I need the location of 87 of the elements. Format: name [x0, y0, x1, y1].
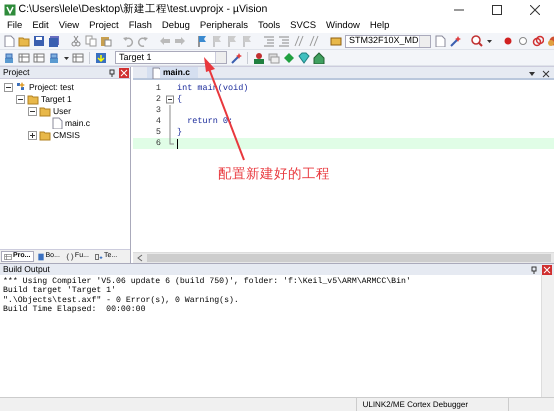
save-all-icon[interactable]: [48, 35, 60, 47]
output-line: *** Using Compiler 'V5.06 update 6 (build 750)', folder: 'f:\Keil_v5\ARM\ARMCC\Bin': [3, 277, 412, 286]
menu-item[interactable]: File: [2, 19, 28, 34]
pin-icon[interactable]: [108, 68, 116, 76]
code-line: {: [176, 93, 182, 106]
menu-item[interactable]: Window: [321, 19, 365, 34]
circle-icon[interactable]: [516, 35, 529, 47]
paste-icon[interactable]: [100, 35, 112, 47]
app-logo-icon: [4, 4, 16, 16]
scrollbar-thumb[interactable]: [147, 254, 551, 262]
target-dropdown[interactable]: Target 1: [115, 51, 227, 64]
unindent-icon[interactable]: [278, 35, 290, 47]
menu-item[interactable]: Help: [364, 19, 394, 34]
breakpoint-icon[interactable]: [502, 35, 514, 47]
line-number: 2: [154, 93, 162, 106]
tree-item[interactable]: Target 1: [41, 92, 72, 106]
menu-item[interactable]: Edit: [27, 19, 54, 34]
comment-icon[interactable]: [293, 35, 305, 47]
caret-icon[interactable]: [486, 38, 492, 44]
copy-icon[interactable]: [85, 35, 97, 47]
menu-item[interactable]: Peripherals: [194, 19, 253, 34]
options-wand-icon[interactable]: [230, 52, 242, 64]
text-cursor: [177, 138, 178, 148]
collapse-icon[interactable]: [16, 94, 25, 104]
bookmark-flag-icon[interactable]: [196, 35, 208, 47]
wand-icon[interactable]: [448, 35, 461, 47]
open-folder-icon[interactable]: [18, 35, 30, 47]
tree-item[interactable]: User: [53, 104, 71, 118]
close-icon: [530, 5, 540, 15]
uncomment-icon[interactable]: [308, 35, 320, 47]
annotation-text: 配置新建好的工程: [218, 165, 330, 183]
expand-icon[interactable]: [28, 130, 37, 140]
device-dropdown[interactable]: STM32F10X_MD: [345, 34, 431, 48]
menu-item[interactable]: Project: [84, 19, 124, 34]
indent-icon[interactable]: [263, 35, 275, 47]
dropdown-icon[interactable]: [528, 70, 536, 78]
line-number: 6: [154, 137, 162, 150]
window-title: C:\Users\lele\Desktop\新建工程\test.uvprojx - µVision: [18, 2, 268, 18]
menu-item[interactable]: Flash: [124, 19, 157, 34]
maximize-icon: [492, 5, 502, 15]
menu-item[interactable]: SVCS: [285, 19, 322, 34]
file-icon: [51, 117, 63, 129]
pin-icon[interactable]: [530, 266, 538, 274]
line-number: 4: [154, 115, 162, 128]
scroll-left-icon[interactable]: [136, 254, 144, 262]
tree-item[interactable]: CMSIS: [53, 128, 80, 142]
caret-icon[interactable]: [63, 54, 69, 60]
rings-icon[interactable]: [532, 35, 544, 47]
new-file-icon[interactable]: [3, 35, 15, 47]
tree-item[interactable]: Project: test: [29, 80, 74, 94]
output-line: Build Time Elapsed: 00:00:00: [3, 304, 146, 314]
flag-icon[interactable]: [226, 35, 238, 47]
target-folder-icon: [27, 93, 39, 105]
search-icon[interactable]: [470, 35, 483, 47]
chip-icon[interactable]: [330, 35, 342, 47]
menu-item[interactable]: Tools: [252, 19, 286, 34]
cut-icon[interactable]: [70, 35, 82, 47]
document-icon[interactable]: [434, 35, 446, 47]
panel-title: Project: [3, 66, 30, 79]
output-line: ".\Objects\test.axf" - 0 Error(s), 0 Warning(s).: [3, 296, 240, 305]
collapse-icon[interactable]: [28, 106, 37, 116]
line-number: 5: [154, 126, 162, 139]
line-number: 1: [154, 82, 162, 95]
status-text: ULINK2/ME Cortex Debugger: [362, 398, 468, 410]
flag-icon[interactable]: [241, 35, 253, 47]
close-icon[interactable]: [542, 70, 550, 78]
load-icon[interactable]: [95, 52, 107, 64]
output-line: Build target 'Target 1': [3, 286, 118, 296]
templates-icon: [94, 252, 103, 260]
line-number: 3: [154, 104, 162, 117]
menu-item[interactable]: Debug: [156, 19, 195, 34]
collapse-icon[interactable]: [4, 82, 13, 92]
fold-icon[interactable]: [165, 94, 175, 105]
file-tab[interactable]: main.c: [147, 67, 198, 78]
menu-item[interactable]: View: [54, 19, 84, 34]
pages-icon[interactable]: [268, 52, 280, 64]
save-icon[interactable]: [33, 35, 45, 47]
people-icon[interactable]: [253, 52, 265, 64]
books-icon: [36, 252, 45, 260]
folder-icon: [39, 105, 51, 117]
functions-icon: [66, 252, 74, 260]
code-line: }: [176, 126, 182, 139]
stack-icon[interactable]: [3, 52, 15, 64]
folder-icon: [39, 129, 51, 141]
scrollbar[interactable]: [541, 275, 554, 397]
panel-title: Build Output: [3, 263, 50, 276]
tree-item[interactable]: main.c: [65, 116, 90, 130]
